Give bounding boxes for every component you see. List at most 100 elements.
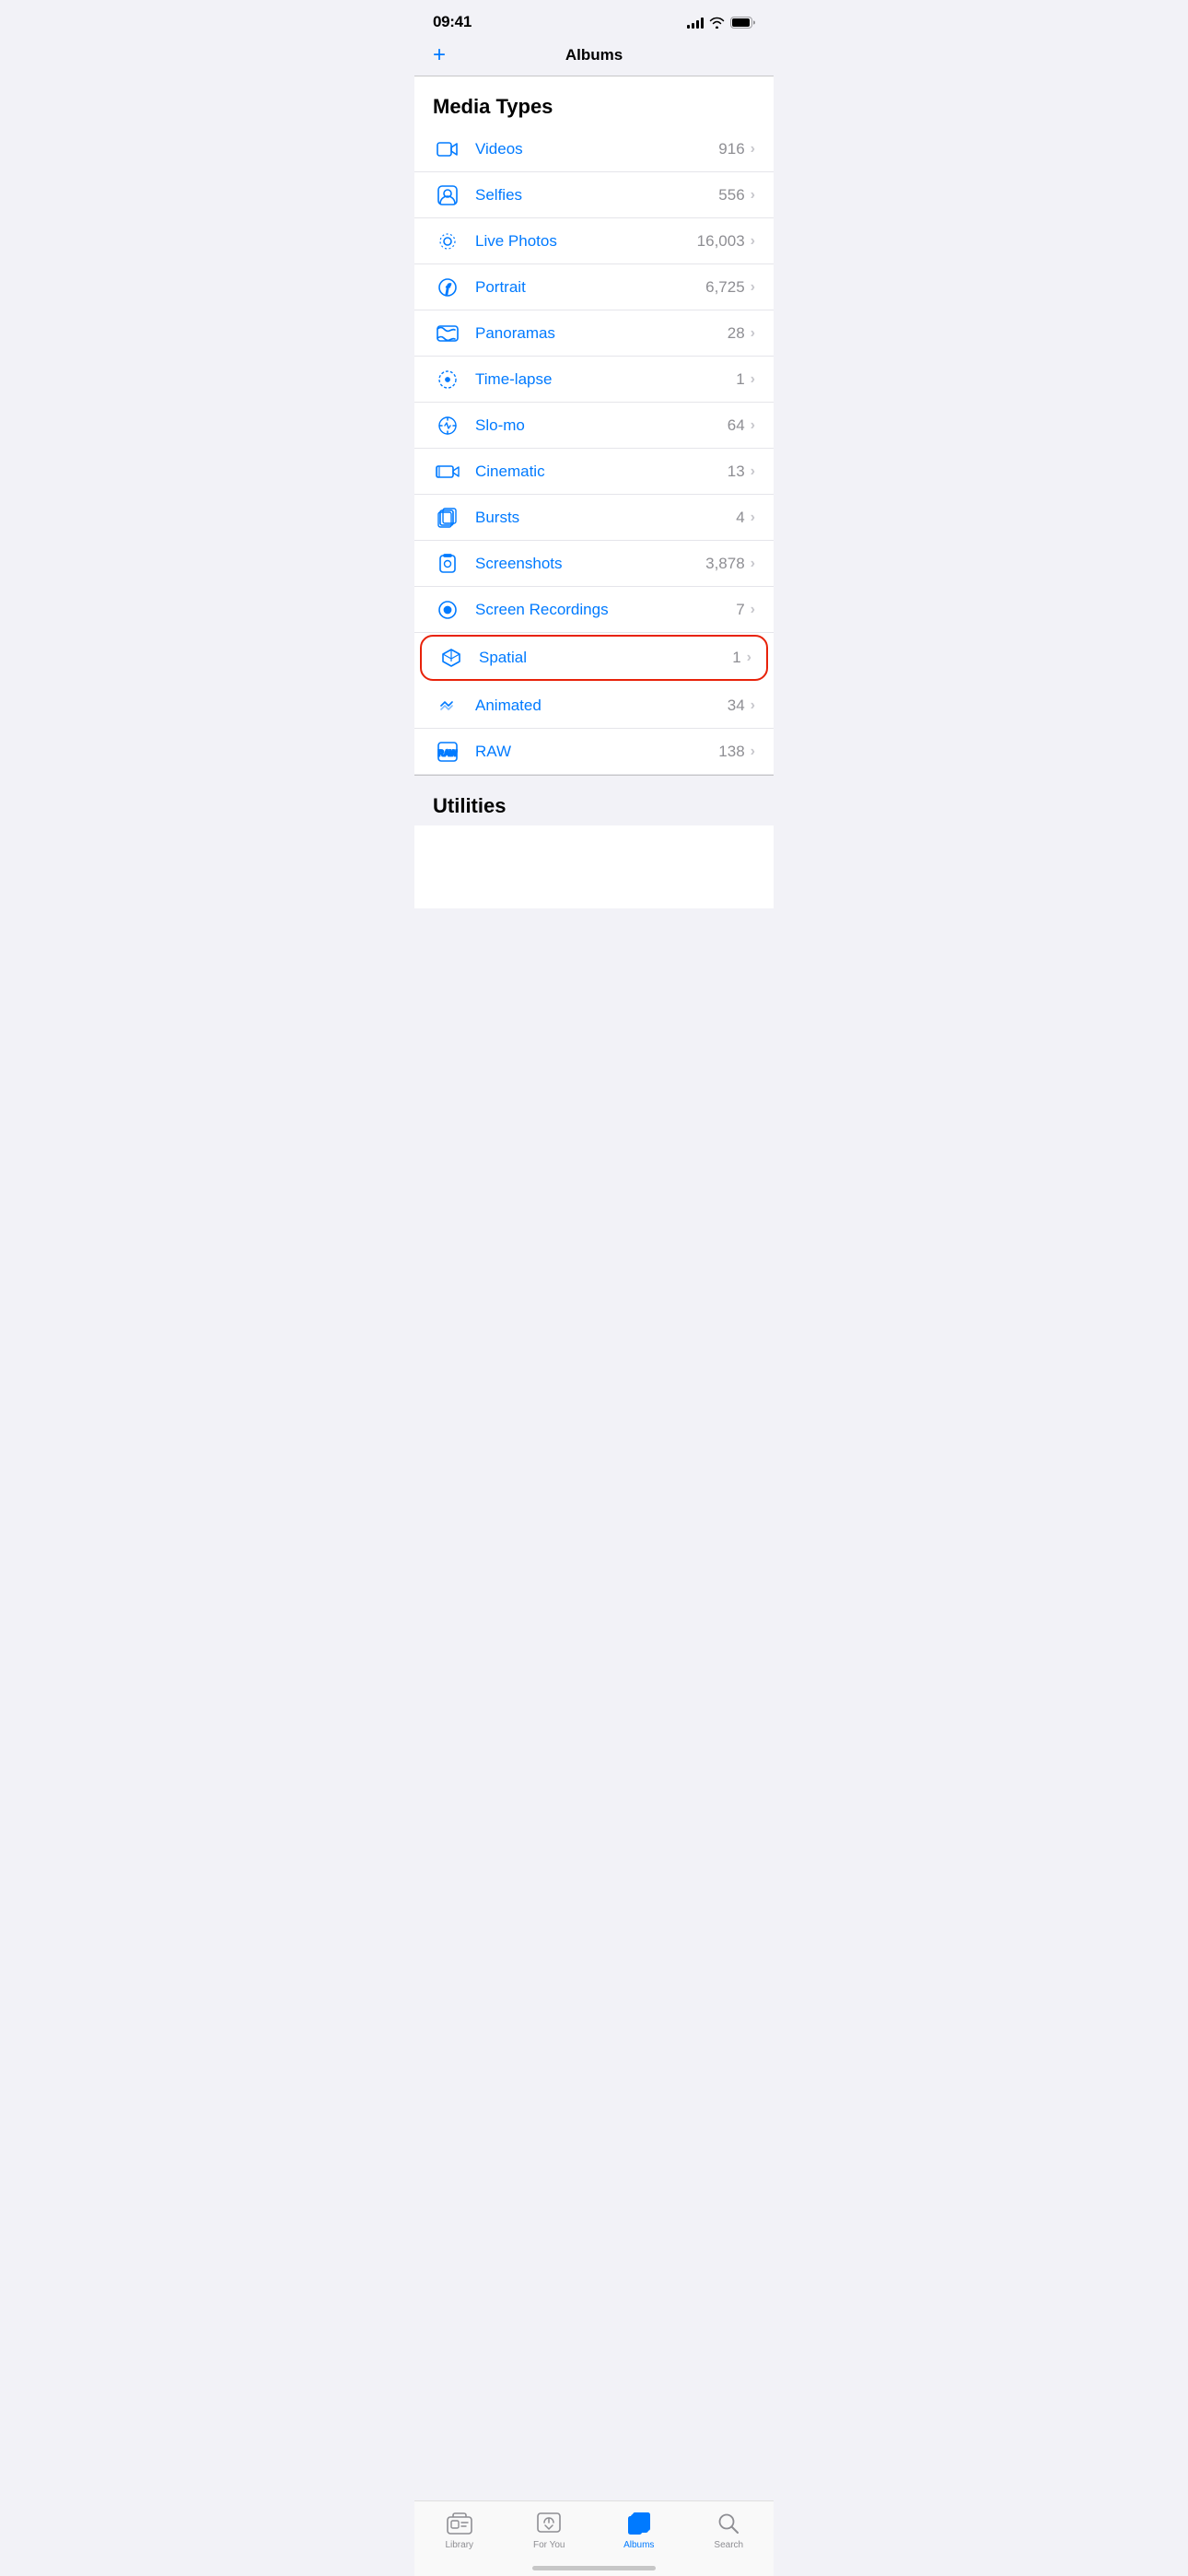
status-bar: 09:41 [414,0,774,39]
timelapse-chevron: › [751,371,755,388]
animated-count: 34 [728,697,745,715]
cinematic-chevron: › [751,463,755,480]
selfies-count: 556 [718,186,744,205]
media-types-section-header: Media Types [414,76,774,126]
status-time: 09:41 [433,13,472,31]
spatial-count: 1 [732,649,740,667]
bursts-chevron: › [751,509,755,526]
panoramas-count: 28 [728,324,745,343]
cinematic-icon [433,463,462,480]
page-title: Albums [565,46,623,64]
timelapse-icon [433,369,462,390]
library-tab-label: Library [445,2540,473,2550]
svg-text:RAW: RAW [438,748,459,757]
tab-bar: Library For You Albums [414,2500,774,2576]
slomo-chevron: › [751,417,755,434]
tab-library[interactable]: Library [414,2511,505,2550]
for-you-tab-label: For You [533,2540,565,2550]
spatial-label: Spatial [479,649,732,667]
portrait-icon: f [433,277,462,298]
video-icon [433,141,462,158]
list-item-panoramas[interactable]: Panoramas 28 › [414,310,774,357]
list-item-live-photos[interactable]: Live Photos 16,003 › [414,218,774,264]
raw-chevron: › [751,744,755,760]
list-item-videos[interactable]: Videos 916 › [414,126,774,172]
list-item-screen-recordings[interactable]: Screen Recordings 7 › [414,587,774,633]
panorama-icon [433,325,462,342]
animated-icon [433,696,462,716]
main-content: Media Types Videos 916 › Selfies 556 › [414,76,774,908]
panoramas-label: Panoramas [475,324,728,343]
media-types-title: Media Types [433,95,553,118]
list-item-selfies[interactable]: Selfies 556 › [414,172,774,218]
raw-count: 138 [718,743,744,761]
animated-chevron: › [751,697,755,714]
utilities-section: Utilities [414,775,774,825]
live-photos-count: 16,003 [697,232,745,251]
videos-label: Videos [475,140,718,158]
list-item-slomo[interactable]: Slo-mo 64 › [414,403,774,449]
list-item-bursts[interactable]: Bursts 4 › [414,495,774,541]
portrait-label: Portrait [475,278,705,297]
videos-chevron: › [751,141,755,158]
screen-recordings-count: 7 [736,601,744,619]
slomo-label: Slo-mo [475,416,728,435]
timelapse-count: 1 [736,370,744,389]
albums-tab-icon [626,2511,652,2536]
screenshots-count: 3,878 [705,555,745,573]
library-tab-icon [447,2511,472,2536]
signal-bars-icon [687,17,704,29]
timelapse-label: Time-lapse [475,370,736,389]
list-item-raw[interactable]: RAW RAW 138 › [414,729,774,775]
bursts-count: 4 [736,509,744,527]
home-indicator [532,2566,656,2570]
selfies-chevron: › [751,187,755,204]
slomo-count: 64 [728,416,745,435]
list-item-timelapse[interactable]: Time-lapse 1 › [414,357,774,403]
list-item-screenshots[interactable]: Screenshots 3,878 › [414,541,774,587]
screenshot-icon [433,554,462,574]
bursts-label: Bursts [475,509,736,527]
nav-header: + Albums [414,39,774,76]
tab-search[interactable]: Search [684,2511,775,2550]
search-tab-icon [716,2511,741,2536]
portrait-count: 6,725 [705,278,745,297]
live-photos-chevron: › [751,233,755,250]
tab-albums[interactable]: Albums [594,2511,684,2550]
search-tab-label: Search [714,2540,743,2550]
for-you-tab-icon [536,2511,562,2536]
screenshots-label: Screenshots [475,555,705,573]
add-album-button[interactable]: + [433,44,446,66]
portrait-chevron: › [751,279,755,296]
cinematic-label: Cinematic [475,463,728,481]
screen-recordings-chevron: › [751,602,755,618]
status-icons [687,17,755,29]
spatial-chevron: › [747,650,751,666]
list-item-spatial[interactable]: Spatial 1 › [420,635,768,681]
raw-label: RAW [475,743,718,761]
live-photo-icon [433,231,462,252]
list-item-animated[interactable]: Animated 34 › [414,683,774,729]
videos-count: 916 [718,140,744,158]
battery-icon [730,17,755,29]
list-item-portrait[interactable]: f Portrait 6,725 › [414,264,774,310]
bursts-icon [433,508,462,528]
screen-recording-icon [433,600,462,620]
wifi-icon [709,17,725,29]
live-photos-label: Live Photos [475,232,697,251]
list-item-cinematic[interactable]: Cinematic 13 › [414,449,774,495]
selfie-icon [433,185,462,205]
animated-label: Animated [475,697,728,715]
raw-icon: RAW [433,742,462,762]
screenshots-chevron: › [751,556,755,572]
cinematic-count: 13 [728,463,745,481]
tab-for-you[interactable]: For You [505,2511,595,2550]
albums-tab-label: Albums [623,2540,654,2550]
screen-recordings-label: Screen Recordings [475,601,736,619]
svg-text:f: f [446,281,451,295]
panoramas-chevron: › [751,325,755,342]
spatial-icon [437,648,466,668]
slomo-icon [433,416,462,436]
utilities-title: Utilities [433,794,506,817]
selfies-label: Selfies [475,186,718,205]
